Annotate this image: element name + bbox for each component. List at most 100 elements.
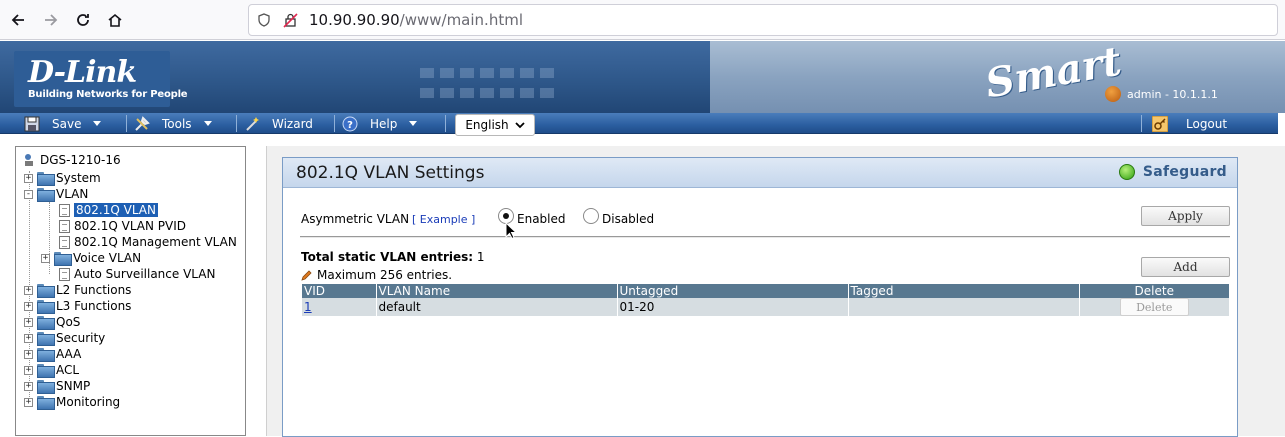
url-path: /www/main.html: [399, 11, 523, 29]
magic-wand-icon: [246, 116, 259, 131]
expand-icon[interactable]: +: [24, 365, 33, 375]
folder-icon: [54, 252, 72, 266]
tree-item-security[interactable]: + Security: [24, 330, 105, 346]
tree-item-8021q-management-vlan[interactable]: 802.1Q Management VLAN: [59, 234, 237, 250]
expand-icon[interactable]: +: [24, 285, 33, 295]
tree-item-label: L3 Functions: [56, 299, 132, 313]
expand-icon[interactable]: +: [24, 397, 33, 407]
cell-vid: 1: [302, 298, 377, 316]
tree-item-aaa[interactable]: + AAA: [24, 346, 81, 362]
folder-icon: [37, 300, 55, 314]
expand-icon[interactable]: +: [24, 173, 33, 183]
menu-save-label: Save: [52, 116, 82, 131]
table-row: 1 default 01-20 Delete: [302, 298, 1230, 316]
tree-item-l3-functions[interactable]: + L3 Functions: [24, 298, 131, 314]
forward-button[interactable]: [36, 5, 66, 35]
menu-help[interactable]: ? Help: [342, 113, 418, 134]
reload-icon: [77, 14, 89, 26]
menu-tools[interactable]: Tools: [134, 113, 212, 134]
reload-button[interactable]: [68, 5, 98, 35]
column-header-untagged: Untagged: [617, 284, 849, 298]
tree-item-label: 802.1Q VLAN PVID: [74, 219, 187, 233]
page-title: 802.1Q VLAN Settings: [296, 163, 485, 183]
tree-item-label: QoS: [56, 315, 81, 329]
safeguard-label: Safeguard: [1142, 164, 1227, 180]
folder-icon: [37, 284, 55, 298]
expand-icon[interactable]: +: [24, 333, 33, 343]
tree-item-auto-surveillance-vlan[interactable]: Auto Surveillance VLAN: [59, 266, 215, 282]
shield-icon: [258, 13, 270, 27]
folder-icon: [37, 396, 55, 410]
vid-link[interactable]: 1: [304, 300, 312, 314]
menu-divider: [445, 115, 446, 132]
menu-divider: [334, 115, 335, 132]
tree-item-label: System: [56, 171, 101, 185]
tree-item-system[interactable]: + System: [24, 170, 101, 186]
max-entries-label: Maximum 256 entries.: [317, 268, 453, 282]
tree-item-l2-functions[interactable]: + L2 Functions: [24, 282, 131, 298]
url-bar[interactable]: 10.90.90.90/www/main.html: [248, 4, 1278, 36]
example-link[interactable]: [ Example ]: [412, 213, 475, 226]
folder-icon: [37, 380, 55, 394]
tree-item-vlan[interactable]: - VLAN: [24, 186, 88, 202]
tree-item-8021q-vlan-pvid[interactable]: 802.1Q VLAN PVID: [59, 218, 186, 234]
tree-item-snmp[interactable]: + SNMP: [24, 378, 90, 394]
max-entries-note: Maximum 256 entries.: [301, 268, 452, 282]
menu-divider: [236, 115, 237, 132]
menu-logout[interactable]: Logout: [1152, 113, 1227, 134]
tree-item-label: ACL: [56, 363, 80, 377]
panel-header: 802.1Q VLAN Settings Safeguard: [283, 158, 1237, 188]
tree-item-label: L2 Functions: [56, 283, 132, 297]
expand-icon[interactable]: +: [24, 349, 33, 359]
add-button[interactable]: Add: [1141, 257, 1230, 277]
menu-wizard[interactable]: Wizard: [244, 113, 313, 134]
tree-item-label: SNMP: [56, 379, 91, 393]
collapse-icon[interactable]: -: [24, 189, 33, 199]
expand-icon[interactable]: +: [24, 301, 33, 311]
table-header-row: VID VLAN Name Untagged Tagged Delete: [302, 284, 1230, 298]
tree-item-qos[interactable]: + QoS: [24, 314, 80, 330]
tree-item-8021q-vlan[interactable]: 802.1Q VLAN: [59, 202, 158, 218]
menu-tools-label: Tools: [162, 116, 192, 131]
expand-icon[interactable]: +: [24, 317, 33, 327]
menu-help-label: Help: [370, 116, 398, 131]
switch-icon: [25, 154, 33, 166]
column-header-vlan-name: VLAN Name: [376, 284, 618, 298]
insecure-lock-icon: [283, 13, 298, 28]
dlink-tagline: Building Networks for People: [28, 89, 188, 100]
tree-item-voice-vlan[interactable]: + Voice VLAN: [41, 250, 141, 266]
expand-icon[interactable]: +: [41, 253, 50, 263]
chevron-down-icon: [409, 121, 418, 126]
tree-item-monitoring[interactable]: + Monitoring: [24, 394, 120, 410]
tree-item-acl[interactable]: + ACL: [24, 362, 79, 378]
folder-icon: [37, 364, 55, 378]
back-button[interactable]: [3, 5, 33, 35]
admin-info: admin - 10.1.1.1: [1105, 86, 1218, 102]
folder-icon: [37, 332, 55, 346]
chevron-down-icon: [93, 121, 102, 126]
cell-vlan-name: default: [376, 298, 618, 316]
folder-open-icon: [37, 188, 55, 202]
tree-item-label: 802.1Q Management VLAN: [74, 235, 237, 249]
delete-button[interactable]: Delete: [1119, 298, 1189, 316]
home-button[interactable]: [100, 5, 130, 35]
asymmetric-disabled-radio[interactable]: [583, 208, 599, 224]
folder-icon: [37, 348, 55, 362]
menu-save[interactable]: Save: [24, 113, 102, 134]
page-icon: [59, 235, 70, 249]
chevron-down-icon: [203, 121, 212, 126]
tree-root-label: DGS-1210-16: [40, 153, 121, 167]
key-icon: [1152, 115, 1168, 132]
expand-icon[interactable]: +: [24, 381, 33, 391]
tree-root[interactable]: DGS-1210-16: [22, 152, 121, 168]
svg-text:?: ?: [347, 120, 353, 131]
total-entries-label: Total static VLAN entries:: [301, 250, 474, 264]
apply-button[interactable]: Apply: [1141, 206, 1230, 226]
page-icon: [59, 219, 70, 233]
divider: [300, 236, 1230, 238]
page-icon: [59, 203, 70, 217]
status-light-icon: [1118, 164, 1135, 180]
menu-bar: Save Tools Wizard ? Help Logout: [0, 113, 1278, 134]
language-select[interactable]: English: [455, 114, 535, 136]
disabled-label: Disabled: [602, 212, 655, 226]
